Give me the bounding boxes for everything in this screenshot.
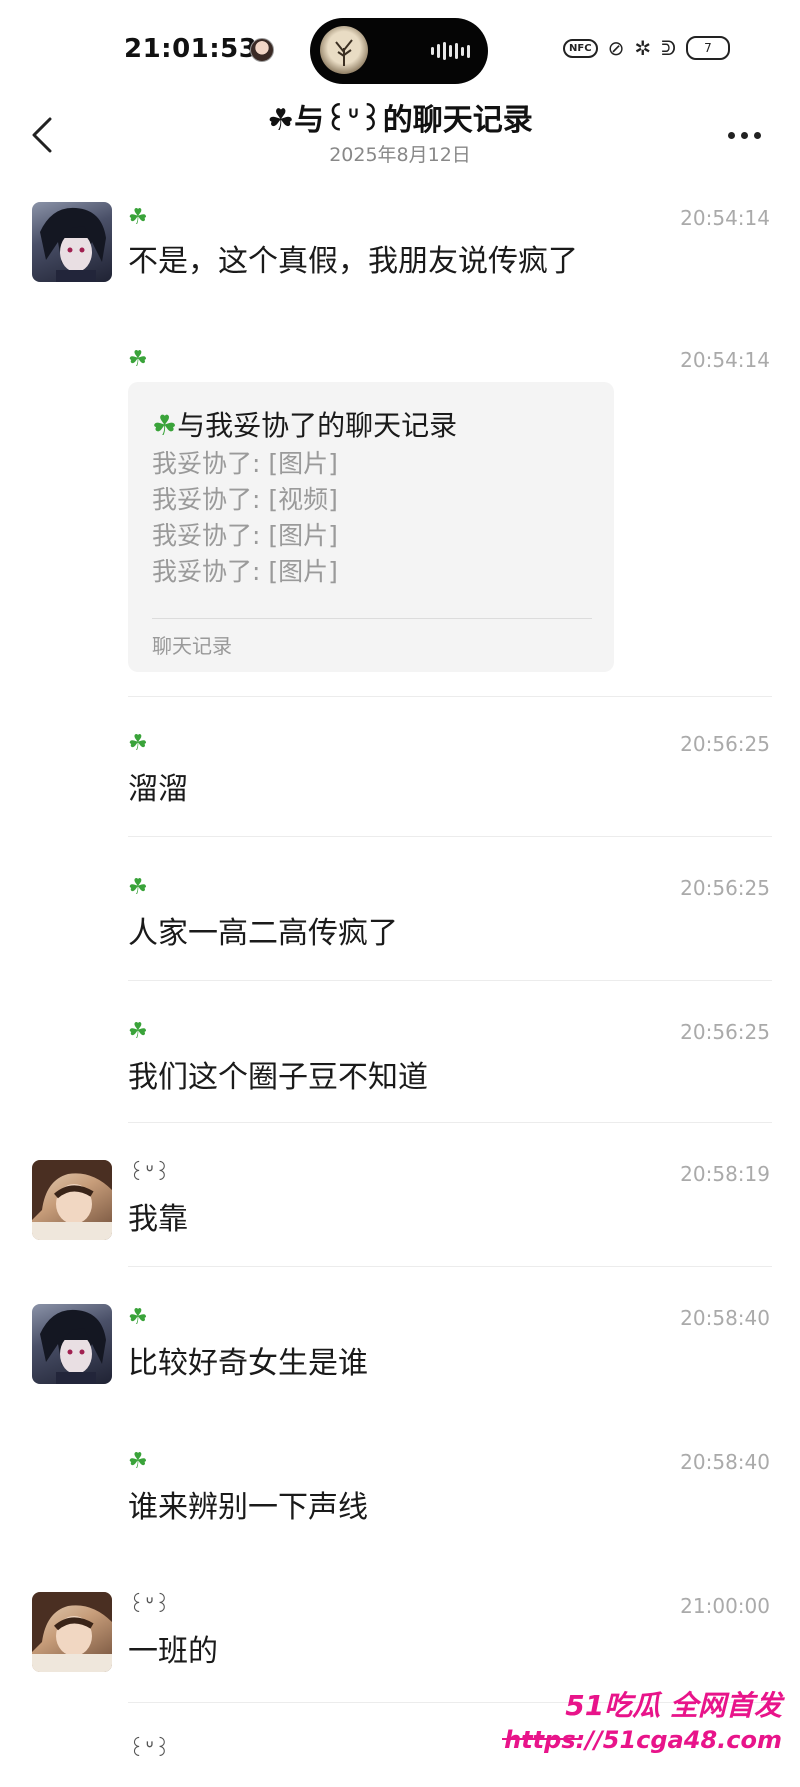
watermark-brand: 51吃瓜 全网首发 bbox=[565, 1689, 782, 1722]
message-text[interactable]: 谁来辨别一下声线 bbox=[128, 1488, 368, 1528]
more-dot-icon bbox=[740, 131, 748, 139]
sender-name: ꒰ᐡ꒱ bbox=[128, 1593, 171, 1618]
music-cover-icon bbox=[320, 26, 368, 74]
message-time: 20:54:14 bbox=[680, 206, 770, 230]
card-divider bbox=[152, 618, 592, 619]
message-time: 21:00:00 bbox=[680, 1594, 770, 1618]
watermark-url: https://51cga48.com bbox=[504, 1726, 782, 1754]
message-text[interactable]: 溜溜 bbox=[128, 770, 188, 810]
sender-name: ☘ bbox=[128, 731, 148, 756]
message-text[interactable]: 比较好奇女生是谁 bbox=[128, 1344, 368, 1384]
page-title: ☘与꒰ᐡ꒱的聊天记录 bbox=[267, 103, 533, 138]
message-time: 20:58:40 bbox=[680, 1306, 770, 1330]
divider bbox=[128, 980, 772, 981]
message-time: 20:56:25 bbox=[680, 1020, 770, 1044]
chat-record-title-text: 与我妥协了的聊天记录 bbox=[177, 409, 458, 442]
message-time: 20:54:14 bbox=[680, 348, 770, 372]
sender-name: ꒰ᐡ꒱ bbox=[128, 1737, 171, 1762]
message-item[interactable]: ꒰ᐡ꒱ 20:58:19 我靠 bbox=[0, 1160, 800, 1260]
message-text[interactable]: 我靠 bbox=[128, 1200, 188, 1240]
sender-name: ☘ bbox=[128, 875, 148, 900]
divider bbox=[128, 836, 772, 837]
chat-record-line: 我妥协了: [视频] bbox=[152, 485, 338, 514]
status-bar: 21:01:53 NFC ⊘ ✲ ᕲ 7 bbox=[0, 0, 800, 100]
battery-icon: 7 bbox=[686, 36, 730, 60]
message-text[interactable]: 人家一高二高传疯了 bbox=[128, 914, 398, 954]
more-dot-icon bbox=[727, 131, 735, 139]
watermark-decoration bbox=[502, 1738, 582, 1740]
do-not-disturb-icon: ⊘ bbox=[607, 36, 625, 60]
message-text[interactable]: 不是，这个真假，我朋友说传疯了 bbox=[128, 242, 578, 282]
avatar[interactable] bbox=[32, 1160, 112, 1240]
message-item[interactable]: ☘ 20:56:25 我们这个圈子豆不知道 bbox=[0, 1018, 800, 1118]
message-item[interactable]: ☘ 20:58:40 比较好奇女生是谁 bbox=[0, 1304, 800, 1404]
message-text[interactable]: 我们这个圈子豆不知道 bbox=[128, 1058, 428, 1098]
chat-record-footer: 聊天记录 bbox=[152, 634, 232, 658]
message-time: 20:58:40 bbox=[680, 1450, 770, 1474]
chat-record-header: ☘与꒰ᐡ꒱的聊天记录 2025年8月12日 bbox=[0, 95, 800, 185]
divider bbox=[128, 1266, 772, 1267]
audio-wave-icon bbox=[431, 42, 470, 60]
message-item[interactable]: ☘ 20:58:40 谁来辨别一下声线 bbox=[0, 1448, 800, 1548]
message-time: 20:56:25 bbox=[680, 732, 770, 756]
more-options-button[interactable] bbox=[722, 125, 766, 145]
sender-name: ☘ bbox=[128, 347, 148, 372]
more-dot-icon bbox=[753, 131, 761, 139]
nfc-icon: NFC bbox=[563, 38, 598, 58]
divider bbox=[128, 1122, 772, 1123]
avatar[interactable] bbox=[32, 202, 112, 282]
profile-avatar-icon bbox=[250, 38, 274, 62]
chat-record-line: 我妥协了: [图片] bbox=[152, 521, 338, 550]
chat-record-card[interactable]: ☘与我妥协了的聊天记录 我妥协了: [图片] 我妥协了: [视频] 我妥协了: … bbox=[128, 382, 614, 672]
watermark: 51吃瓜 全网首发 https://51cga48.com bbox=[502, 1688, 782, 1756]
avatar[interactable] bbox=[32, 1304, 112, 1384]
sender-name: ꒰ᐡ꒱ bbox=[128, 1161, 171, 1186]
wifi-icon: ✲ bbox=[634, 36, 652, 60]
message-time: 20:58:19 bbox=[680, 1162, 770, 1186]
chat-record-title: ☘与我妥协了的聊天记录 bbox=[152, 406, 457, 446]
divider bbox=[128, 696, 772, 697]
avatar[interactable] bbox=[32, 1592, 112, 1672]
sender-name: ☘ bbox=[128, 1305, 148, 1330]
dynamic-island[interactable] bbox=[310, 18, 488, 84]
message-item[interactable]: ☘ 20:54:14 ☘与我妥协了的聊天记录 我妥协了: [图片] 我妥协了: … bbox=[0, 346, 800, 686]
signal-icon: ᕲ bbox=[661, 36, 676, 60]
message-time: 20:56:25 bbox=[680, 876, 770, 900]
message-item[interactable]: ☘ 20:54:14 不是，这个真假，我朋友说传疯了 bbox=[0, 200, 800, 310]
status-time: 21:01:53 bbox=[124, 34, 258, 64]
clover-icon: ☘ bbox=[152, 409, 178, 442]
page-date: 2025年8月12日 bbox=[329, 144, 471, 166]
sender-name: ☘ bbox=[128, 1449, 148, 1474]
message-item[interactable]: ꒰ᐡ꒱ 21:00:00 一班的 bbox=[0, 1592, 800, 1692]
chat-record-line: 我妥协了: [图片] bbox=[152, 449, 338, 478]
message-text[interactable]: 一班的 bbox=[128, 1632, 218, 1672]
chat-record-line: 我妥协了: [图片] bbox=[152, 557, 338, 586]
message-item[interactable]: ☘ 20:56:25 溜溜 bbox=[0, 730, 800, 830]
status-icons: NFC ⊘ ✲ ᕲ 7 bbox=[563, 36, 730, 60]
sender-name: ☘ bbox=[128, 205, 148, 230]
sender-name: ☘ bbox=[128, 1019, 148, 1044]
message-item[interactable]: ☘ 20:56:25 人家一高二高传疯了 bbox=[0, 874, 800, 974]
